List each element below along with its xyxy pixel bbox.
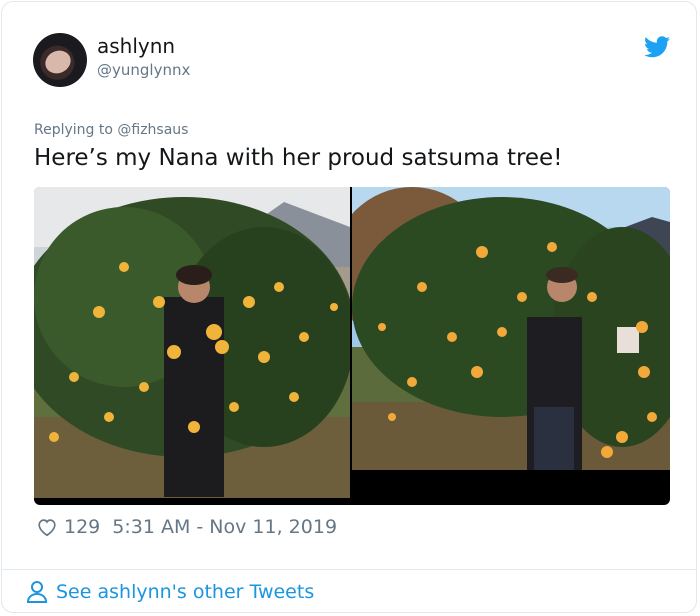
photo-left[interactable] — [34, 187, 350, 498]
user-name[interactable]: ashlynn — [97, 34, 175, 58]
timestamp[interactable]: 5:31 AM - Nov 11, 2019 — [112, 516, 337, 538]
tweet-card: ashlynn @yunglynnx Replying to @fizhsaus… — [1, 1, 697, 613]
see-other-tweets-link[interactable]: See ashlynn's other Tweets — [26, 580, 314, 604]
tweet-media[interactable] — [34, 187, 670, 505]
like-count[interactable]: 129 — [64, 516, 100, 538]
heart-icon[interactable] — [36, 516, 58, 538]
see-other-tweets-label[interactable]: See ashlynn's other Tweets — [56, 581, 314, 603]
tweet-meta: 129 5:31 AM - Nov 11, 2019 — [36, 516, 337, 538]
photo-right[interactable] — [352, 187, 670, 470]
twitter-bird-icon[interactable] — [644, 36, 670, 58]
tweet-text: Here’s my Nana with her proud satsuma tr… — [34, 145, 563, 171]
divider — [2, 569, 696, 570]
person-icon — [26, 581, 48, 603]
user-handle[interactable]: @yunglynnx — [97, 61, 190, 79]
avatar[interactable] — [33, 33, 87, 87]
replying-to[interactable]: Replying to @fizhsaus — [34, 122, 188, 138]
